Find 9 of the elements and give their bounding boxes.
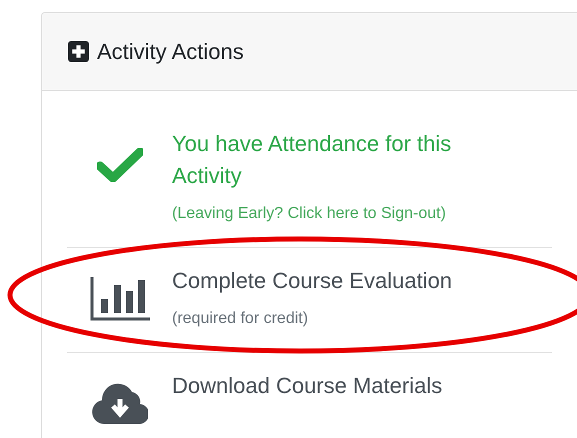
status-message: You have Attendance for this Activity [172,130,452,190]
plus-square-icon [68,41,89,62]
cloud-download-icon [92,382,148,424]
item-note: (required for credit) [172,309,310,329]
bar-chart-icon [90,277,150,321]
action-link[interactable]: Complete Course Evaluation [172,265,517,297]
checkmark-icon [96,148,142,182]
card-title: Activity Actions [97,38,244,64]
action-link[interactable]: Download Course Materials [172,370,517,402]
